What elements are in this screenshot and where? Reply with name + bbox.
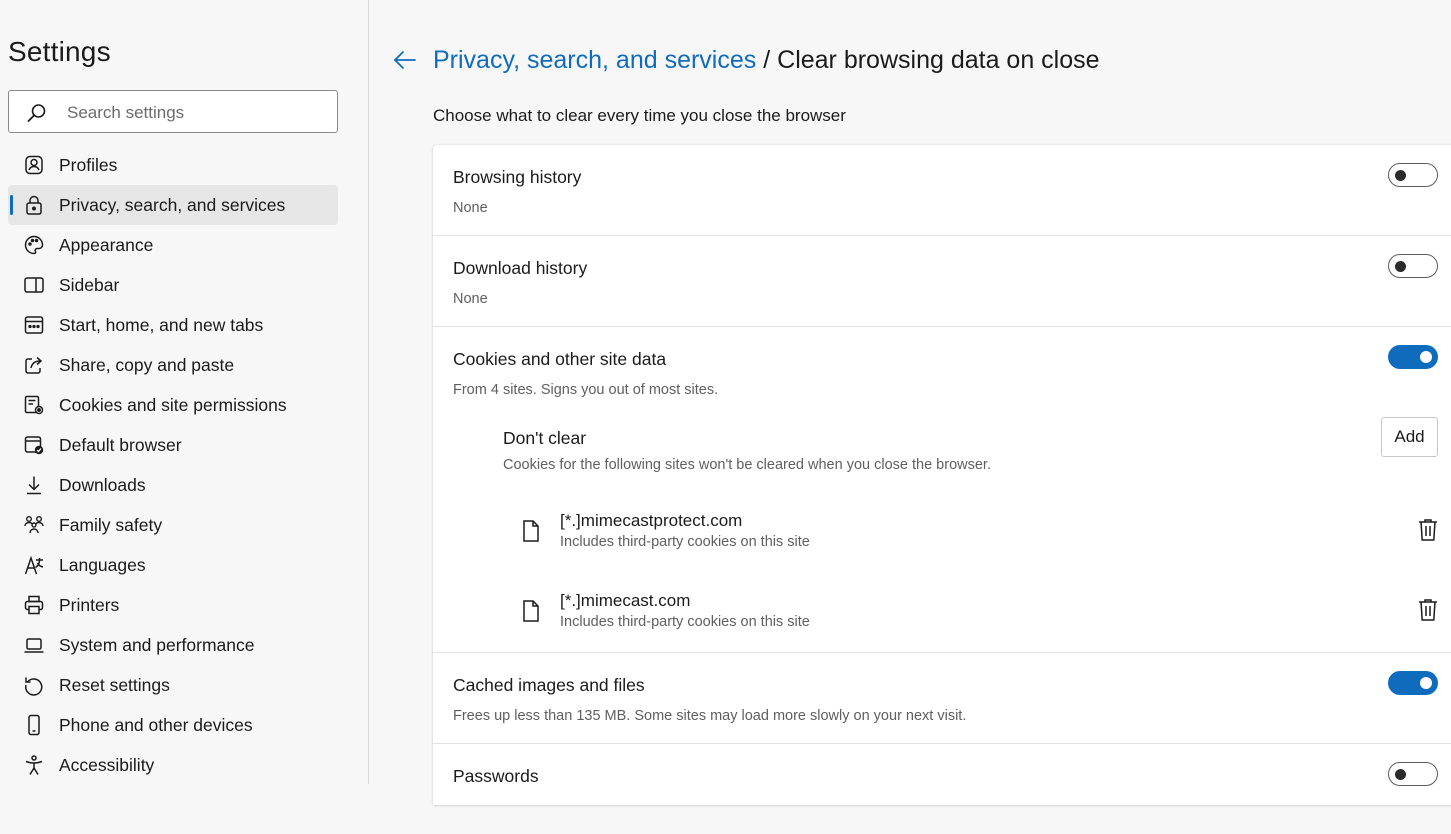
sidebar-item-label: Reset settings bbox=[59, 675, 170, 695]
sidebar-item-label: System and performance bbox=[59, 635, 255, 655]
download-history-toggle[interactable] bbox=[1388, 254, 1438, 278]
search-input[interactable] bbox=[65, 99, 329, 127]
share-icon bbox=[25, 356, 43, 374]
breadcrumb: Privacy, search, and services / Clear br… bbox=[433, 46, 1100, 75]
sidebar-item-label: Profiles bbox=[59, 155, 118, 175]
sidebar-item-printers[interactable]: Printers bbox=[8, 585, 338, 625]
lock-icon bbox=[26, 195, 42, 215]
setting-title: Cookies and other site data bbox=[453, 349, 667, 369]
setting-cached-images: Cached images and files Frees up less th… bbox=[433, 653, 1451, 744]
sidebar-icon bbox=[24, 277, 44, 293]
sidebar-item-profiles[interactable]: Profiles bbox=[8, 145, 338, 185]
sidebar-item-label: Accessibility bbox=[59, 755, 155, 775]
trash-icon[interactable] bbox=[1416, 597, 1440, 623]
sidebar-item-start-home[interactable]: Start, home, and new tabs bbox=[8, 305, 338, 345]
home-tabs-icon bbox=[24, 316, 44, 334]
page-description: Choose what to clear every time you clos… bbox=[433, 106, 846, 125]
setting-subtitle: None bbox=[453, 200, 488, 216]
site-name: [*.]mimecast.com bbox=[560, 591, 691, 610]
setting-subtitle: Frees up less than 135 MB. Some sites ma… bbox=[453, 708, 967, 724]
trash-icon[interactable] bbox=[1416, 517, 1440, 543]
file-icon bbox=[523, 520, 539, 542]
setting-passwords: Passwords bbox=[433, 744, 1451, 834]
printer-icon bbox=[24, 595, 44, 615]
browsing-history-toggle[interactable] bbox=[1388, 163, 1438, 187]
setting-subtitle: From 4 sites. Signs you out of most site… bbox=[453, 382, 719, 398]
sidebar-item-system[interactable]: System and performance bbox=[8, 625, 338, 665]
dont-clear-title: Don't clear bbox=[503, 428, 587, 448]
sidebar-item-privacy[interactable]: Privacy, search, and services bbox=[8, 185, 338, 225]
add-site-button[interactable]: Add bbox=[1381, 417, 1438, 457]
sidebar-item-sidebar[interactable]: Sidebar bbox=[8, 265, 338, 305]
cached-images-toggle[interactable] bbox=[1388, 671, 1438, 695]
phone-icon bbox=[28, 714, 40, 736]
sidebar-item-label: Languages bbox=[59, 555, 146, 575]
file-icon bbox=[523, 600, 539, 622]
sidebar-item-phone[interactable]: Phone and other devices bbox=[8, 705, 338, 745]
default-browser-icon bbox=[24, 436, 44, 455]
family-icon bbox=[24, 516, 44, 534]
sidebar-item-accessibility[interactable]: Accessibility bbox=[8, 745, 338, 785]
passwords-toggle[interactable] bbox=[1388, 762, 1438, 786]
profile-icon bbox=[25, 155, 43, 175]
cookies-toggle[interactable] bbox=[1388, 345, 1438, 369]
sidebar-item-label: Appearance bbox=[59, 235, 154, 255]
list-item: [*.]mimecast.com Includes third-party co… bbox=[433, 589, 1451, 639]
sidebar-item-downloads[interactable]: Downloads bbox=[8, 465, 338, 505]
sidebar-item-label: Default browser bbox=[59, 435, 182, 455]
sidebar-item-label: Cookies and site permissions bbox=[59, 395, 287, 415]
sidebar-item-share[interactable]: Share, copy and paste bbox=[8, 345, 338, 385]
palette-icon bbox=[24, 235, 44, 255]
setting-download-history: Download history None bbox=[433, 236, 1451, 327]
sidebar-item-reset[interactable]: Reset settings bbox=[8, 665, 338, 705]
list-item: [*.]mimecastprotect.com Includes third-p… bbox=[433, 509, 1451, 559]
sidebar-nav: Profiles Privacy, search, and services A… bbox=[8, 145, 338, 785]
sidebar-item-label: Privacy, search, and services bbox=[59, 195, 286, 215]
page-title: Clear browsing data on close bbox=[777, 46, 1100, 74]
breadcrumb-parent-link[interactable]: Privacy, search, and services bbox=[433, 46, 756, 74]
setting-title: Download history bbox=[453, 258, 588, 278]
sidebar-item-label: Printers bbox=[59, 595, 120, 615]
dont-clear-description: Cookies for the following sites won't be… bbox=[503, 457, 991, 473]
sidebar-item-label: Share, copy and paste bbox=[59, 355, 235, 375]
breadcrumb-separator: / bbox=[763, 46, 771, 74]
sidebar-item-label: Phone and other devices bbox=[59, 715, 253, 735]
sidebar-item-family-safety[interactable]: Family safety bbox=[8, 505, 338, 545]
sidebar-item-label: Downloads bbox=[59, 475, 146, 495]
sidebar: Settings Profiles Privacy, search, and s… bbox=[0, 0, 369, 784]
site-detail: Includes third-party cookies on this sit… bbox=[560, 534, 810, 550]
accessibility-icon bbox=[25, 755, 43, 775]
sidebar-item-label: Family safety bbox=[59, 515, 163, 535]
setting-browsing-history: Browsing history None bbox=[433, 145, 1451, 236]
languages-icon bbox=[24, 555, 44, 575]
settings-card: Browsing history None Download history N… bbox=[433, 145, 1451, 805]
settings-title: Settings bbox=[8, 36, 111, 67]
back-arrow-icon[interactable] bbox=[392, 48, 418, 74]
site-permissions-icon bbox=[24, 395, 44, 415]
laptop-icon bbox=[24, 638, 44, 653]
reset-icon bbox=[25, 677, 43, 696]
site-detail: Includes third-party cookies on this sit… bbox=[560, 614, 810, 630]
setting-title: Browsing history bbox=[453, 167, 582, 187]
sidebar-item-label: Sidebar bbox=[59, 275, 120, 295]
site-name: [*.]mimecastprotect.com bbox=[560, 511, 743, 530]
sidebar-item-languages[interactable]: Languages bbox=[8, 545, 338, 585]
search-box[interactable] bbox=[8, 90, 338, 133]
sidebar-item-label: Start, home, and new tabs bbox=[59, 315, 264, 335]
setting-title: Cached images and files bbox=[453, 675, 645, 695]
setting-subtitle: None bbox=[453, 291, 488, 307]
sidebar-item-cookies[interactable]: Cookies and site permissions bbox=[8, 385, 338, 425]
sidebar-item-appearance[interactable]: Appearance bbox=[8, 225, 338, 265]
search-icon bbox=[27, 104, 46, 122]
download-icon bbox=[27, 476, 41, 495]
main-content: Privacy, search, and services / Clear br… bbox=[370, 0, 1451, 805]
sidebar-item-default-browser[interactable]: Default browser bbox=[8, 425, 338, 465]
